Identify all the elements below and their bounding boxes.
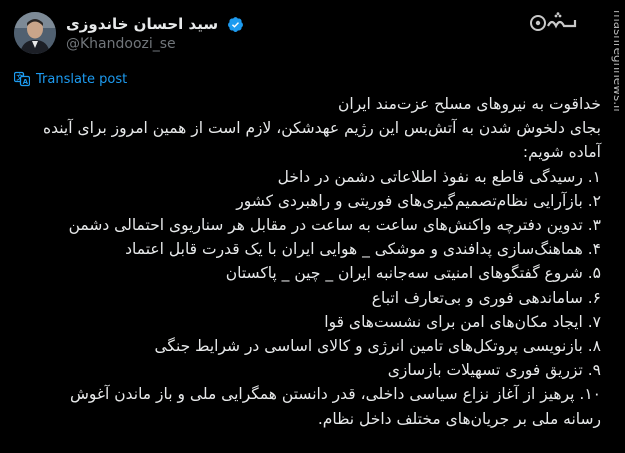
svg-text:mashreghnews.ir: mashreghnews.ir <box>611 10 619 113</box>
tweet-line: ۷. ایجاد مکان‌های امن برای نشست‌های قوا <box>324 312 601 331</box>
tweet-text: خداقوت به نیروهای مسلح عزت‌مند ایران بجا… <box>18 92 601 431</box>
tweet-line: ۸. بازنویسی پروتکل‌های تامین انرژی و کال… <box>154 337 601 356</box>
bottom-fade <box>0 443 625 453</box>
tweet-line: رسانه ملی بر جریان‌های مختلف داخل نظام. <box>317 409 601 428</box>
tweet-line: ۶. ساماندهی فوری و بی‌تعارف اتباع <box>371 288 601 307</box>
svg-text:A: A <box>23 78 29 86</box>
author-block: سید احسان خاندوزی @Khandoozi_se <box>66 14 244 52</box>
tweet-header: سید احسان خاندوزی @Khandoozi_se <box>14 10 585 60</box>
tweet-line: بجای دلخوش شدن به آتش‌بس این رژیم عهدشکن… <box>42 119 601 138</box>
tweet-line: ۱۰. پرهیز از آغاز نزاع سیاسی داخلی، قدر … <box>69 385 601 404</box>
handle[interactable]: @Khandoozi_se <box>66 36 244 52</box>
tweet-line: ۳. تدوین دفترچه واکنش‌های ساعت به ساعت د… <box>68 216 601 235</box>
mashregh-logo <box>530 12 577 31</box>
display-name[interactable]: سید احسان خاندوزی <box>66 15 218 33</box>
tweet-line: ۵. شروع گفتگوهای امنیتی سه‌جانبه ایران _… <box>225 264 601 283</box>
site-watermark: mashreghnews.ir <box>611 10 619 113</box>
verified-badge-icon <box>228 17 244 32</box>
translate-post-link[interactable]: 文 A Translate post <box>14 71 127 87</box>
translate-label[interactable]: Translate post <box>36 72 127 87</box>
tweet-line: ۴. هماهنگ‌سازی پدافندی و موشکی _ هوایی ا… <box>125 240 601 259</box>
tweet-line: خداقوت به نیروهای مسلح عزت‌مند ایران <box>338 95 601 113</box>
avatar[interactable] <box>14 12 56 54</box>
tweet-line: ۲. بازآرایی نظام‌تصمیم‌گیری‌های فوریتی و… <box>236 191 601 210</box>
tweet-line: آماده شویم: <box>522 143 601 162</box>
tweet-line: ۱. رسیدگی قاطع به نفوذ اطلاعاتی دشمن در … <box>277 167 601 186</box>
tweet-line: ۹. تزریق فوری تسهیلات بازسازی <box>387 361 601 380</box>
translate-icon: 文 A <box>14 71 30 87</box>
